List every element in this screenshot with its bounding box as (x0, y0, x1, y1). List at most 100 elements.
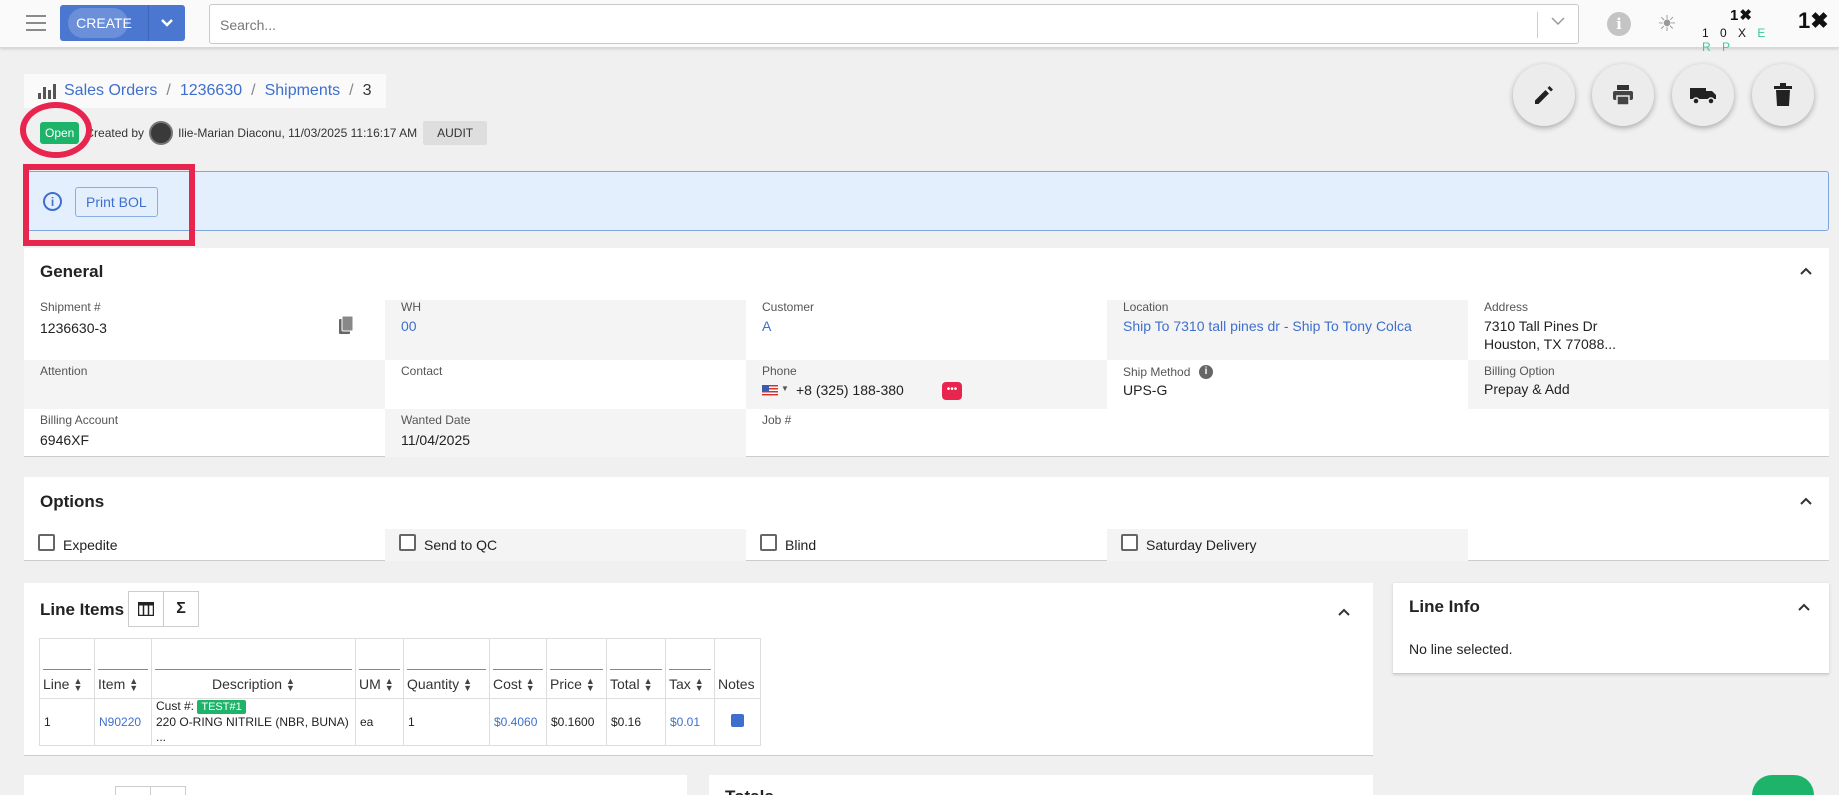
wanted-date-field: Wanted Date 11/04/2025 (385, 409, 746, 457)
info-banner: i Print BOL (24, 171, 1829, 231)
attention-field: Attention (24, 360, 385, 409)
send-to-qc-option: Send to QC (385, 529, 746, 561)
job-number-field: Job # (762, 413, 792, 427)
chevron-down-icon (1551, 17, 1565, 26)
saturday-delivery-checkbox[interactable] (1121, 534, 1138, 551)
cost-link[interactable]: $0.4060 (489, 698, 547, 746)
column-header-tax[interactable]: Tax ▲ ▼ (665, 638, 715, 699)
top-bar: CREATE i ☀ 1✖ 1 0 X E R P 1✖ (0, 0, 1839, 54)
collapse-icon[interactable] (1799, 494, 1813, 509)
breadcrumb-current: 3 (362, 82, 372, 99)
table-header-row: Line ▲ ▼ Item ▲ ▼ Description ▲ ▼ UM ▲ ▼ Quantit… (39, 638, 761, 699)
sort-icon: ▲ ▼ (525, 676, 535, 693)
address-field: Address 7310 Tall Pines Dr Houston, TX 7… (1484, 300, 1617, 352)
column-header-cost[interactable]: Cost ▲ ▼ (489, 638, 547, 699)
print-button[interactable] (1592, 64, 1654, 126)
location-link[interactable]: Ship To 7310 tall pines dr - Ship To Ton… (1123, 318, 1412, 334)
create-button[interactable]: CREATE (60, 5, 148, 41)
column-header-description[interactable]: Description ▲ ▼ (151, 638, 356, 699)
printer-icon (1613, 85, 1633, 106)
delete-button[interactable] (1752, 64, 1814, 126)
expedite-checkbox[interactable] (38, 534, 55, 551)
line-info-empty: No line selected. (1409, 641, 1513, 657)
caret-down-icon[interactable]: ▼ (781, 384, 789, 393)
theme-toggle-icon[interactable]: ☀ (1653, 10, 1681, 38)
chevron-up-icon (1338, 608, 1350, 616)
avatar (149, 121, 174, 145)
column-header-quantity[interactable]: Quantity ▲ ▼ (403, 638, 490, 699)
breadcrumb-shipments[interactable]: Shipments (265, 82, 341, 100)
chevron-up-icon (1800, 497, 1812, 505)
copy-icon[interactable] (338, 316, 354, 335)
column-header-total[interactable]: Total ▲ ▼ (606, 638, 666, 699)
billing-account-field: Billing Account 6946XF (40, 413, 119, 448)
chat-button[interactable] (1752, 775, 1814, 795)
info-icon[interactable]: i (1199, 365, 1213, 379)
chart-icon (38, 83, 56, 99)
column-header-line[interactable]: Line ▲ ▼ (39, 638, 95, 699)
collapse-icon[interactable] (1337, 605, 1351, 620)
edit-button[interactable] (1513, 64, 1575, 126)
table-row[interactable]: 1 N90220 Cust #: TEST#1 220 O-RING NITRI… (39, 698, 761, 746)
create-button-label: CREATE (76, 15, 132, 31)
options-panel: Options Expedite Send to QC Blind Saturd… (24, 477, 1829, 561)
highlight-box (23, 164, 195, 246)
note-icon[interactable] (731, 714, 744, 727)
sort-icon: ▲ ▼ (694, 676, 704, 693)
send-to-qc-checkbox[interactable] (399, 534, 416, 551)
panel-tool-button[interactable] (115, 786, 151, 795)
totals-panel: Totals (709, 775, 1373, 795)
search-box (209, 4, 1579, 44)
phone-field: Phone ▼ +8 (325) 188-380 ••• (746, 360, 1107, 409)
customer-link[interactable]: A (762, 318, 771, 334)
chevron-up-icon (1800, 267, 1812, 275)
column-chooser-button[interactable] (128, 591, 164, 627)
column-header-item[interactable]: Item ▲ ▼ (94, 638, 152, 699)
panel-tool-button[interactable] (150, 786, 186, 795)
call-icon[interactable]: ••• (942, 382, 962, 400)
notes-cell (714, 698, 761, 746)
tax-link[interactable]: $0.01 (665, 698, 715, 746)
ship-button[interactable] (1672, 64, 1734, 126)
billing-option-field: Billing Option Prepay & Add (1468, 360, 1829, 409)
line-info-panel: Line Info No line selected. (1393, 583, 1829, 674)
general-title: General (40, 262, 104, 281)
us-flag-icon[interactable] (762, 385, 778, 396)
column-header-notes[interactable]: Notes (714, 638, 761, 699)
create-dropdown-button[interactable] (148, 5, 185, 41)
collapse-icon[interactable] (1799, 264, 1813, 279)
breadcrumb: Sales Orders / 1236630 / Shipments / 3 (24, 74, 386, 108)
wh-link[interactable]: 00 (401, 318, 417, 334)
collapse-icon[interactable] (1797, 600, 1811, 615)
column-header-um[interactable]: UM ▲ ▼ (355, 638, 404, 699)
search-dropdown-icon[interactable] (1550, 14, 1566, 32)
sort-icon: ▲ ▼ (643, 676, 653, 693)
blind-checkbox[interactable] (760, 534, 777, 551)
contact-field: Contact (401, 364, 443, 378)
breadcrumb-sales-orders[interactable]: Sales Orders (64, 82, 157, 100)
options-title: Options (40, 492, 105, 511)
phone-value: +8 (325) 188-380 (796, 382, 904, 398)
blind-option: Blind (746, 529, 1107, 561)
trash-icon (1774, 83, 1792, 106)
breadcrumb-order-number[interactable]: 1236630 (180, 82, 242, 100)
general-panel: General Shipment # 1236630-3 WH 00 Custo… (24, 248, 1829, 457)
sort-icon: ▲ ▼ (129, 676, 139, 693)
creator-text: Ilie-Marian Diaconu, 11/03/2025 11:16:17… (178, 126, 418, 140)
info-icon[interactable]: i (1607, 12, 1631, 36)
truck-icon (1690, 88, 1716, 105)
sort-icon: ▲ ▼ (73, 676, 83, 693)
sum-icon[interactable]: Σ (163, 591, 199, 627)
expedite-option: Expedite (24, 529, 385, 561)
sort-icon: ▲ ▼ (286, 676, 295, 693)
lower-left-panel (24, 775, 687, 795)
menu-icon[interactable] (26, 15, 46, 31)
table-icon (138, 602, 154, 616)
audit-button[interactable]: AUDIT (423, 121, 488, 145)
chevron-down-icon (161, 19, 173, 27)
logo: 1✖ 1 0 X E R P (1702, 7, 1770, 54)
search-input[interactable] (220, 13, 1520, 37)
saturday-delivery-option: Saturday Delivery (1107, 529, 1468, 561)
item-link[interactable]: N90220 (94, 698, 152, 746)
column-header-price[interactable]: Price ▲ ▼ (546, 638, 607, 699)
